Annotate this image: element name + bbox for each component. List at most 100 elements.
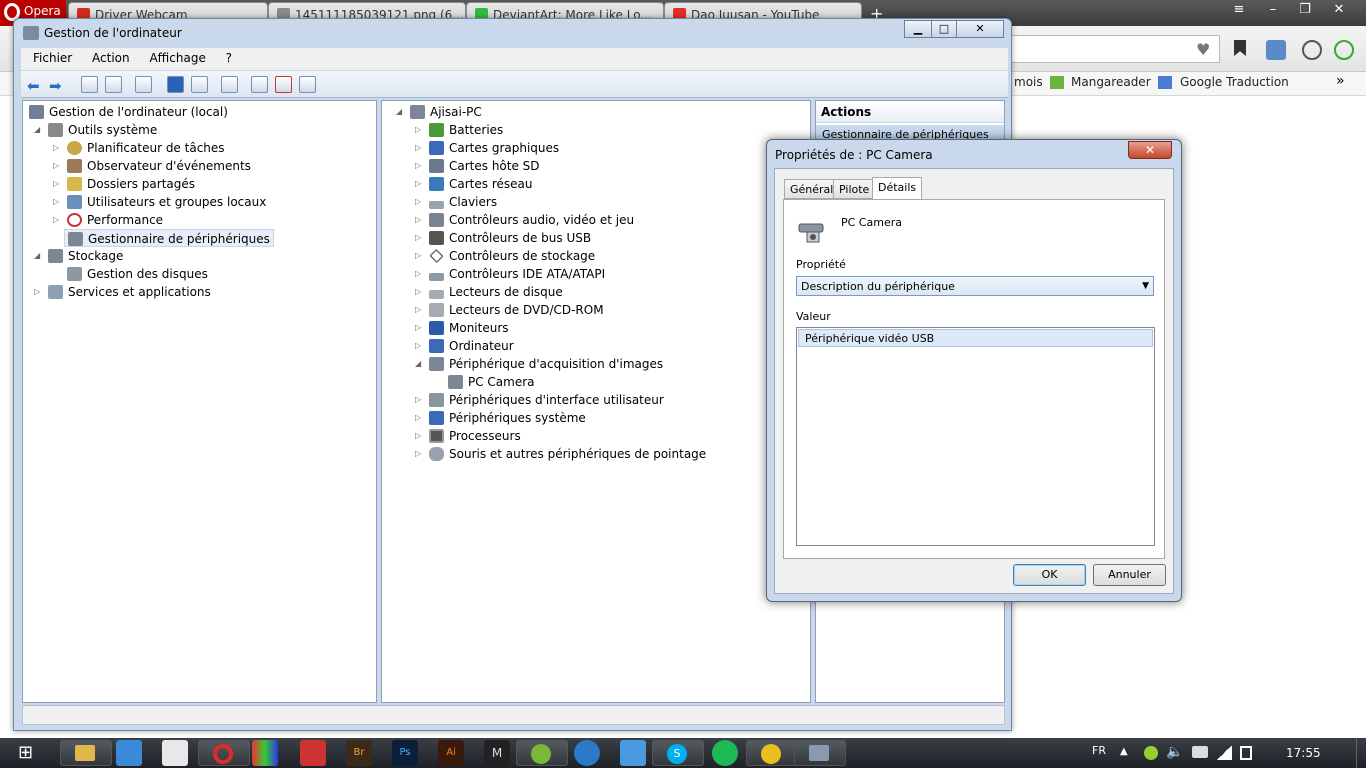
- taskbar-app-icon-4[interactable]: [574, 740, 600, 766]
- expand-icon[interactable]: ▷: [415, 391, 425, 409]
- expand-icon[interactable]: ▷: [53, 157, 63, 175]
- tree-planificateur[interactable]: ▷ Planificateur de tâches: [53, 139, 225, 157]
- show-tree-icon[interactable]: [105, 76, 122, 93]
- taskbar-opera[interactable]: [198, 740, 250, 766]
- device-moniteurs[interactable]: ▷ Moniteurs: [415, 319, 509, 337]
- menu-action[interactable]: Action: [92, 51, 130, 65]
- uninstall-device-icon[interactable]: [275, 76, 292, 93]
- device-hid[interactable]: ▷ Périphériques d'interface utilisateur: [415, 391, 664, 409]
- tree-utilisateurs[interactable]: ▷ Utilisateurs et groupes locaux: [53, 193, 266, 211]
- browser-close-icon[interactable]: ✕: [1324, 0, 1354, 20]
- volume-icon[interactable]: 🔈: [1166, 744, 1183, 760]
- minimize-button[interactable]: ▁: [904, 20, 932, 38]
- tab-menu-icon[interactable]: ≡: [1224, 0, 1254, 20]
- expand-icon[interactable]: ▷: [415, 427, 425, 445]
- device-processeurs[interactable]: ▷ Processeurs: [415, 427, 521, 445]
- collapse-icon[interactable]: ◢: [415, 355, 425, 373]
- device-cartes-graphiques[interactable]: ▷ Cartes graphiques: [415, 139, 559, 157]
- dialog-close-button[interactable]: ✕: [1128, 141, 1172, 159]
- tab-pilote[interactable]: Pilote: [833, 179, 876, 199]
- collapse-icon[interactable]: ◢: [396, 103, 406, 121]
- photoshop-icon[interactable]: Ps: [392, 740, 418, 766]
- download-icon[interactable]: [1302, 40, 1322, 60]
- network-signal-icon[interactable]: [1216, 746, 1232, 760]
- expand-icon[interactable]: ▷: [53, 175, 63, 193]
- browser-minimize-icon[interactable]: –: [1258, 0, 1288, 20]
- menu-affichage[interactable]: Affichage: [149, 51, 205, 65]
- device-root[interactable]: ◢ Ajisai-PC: [396, 103, 482, 121]
- expand-icon[interactable]: ▷: [415, 283, 425, 301]
- expand-icon[interactable]: ▷: [53, 211, 63, 229]
- device-lecteurs-disque[interactable]: ▷ Lecteurs de disque: [415, 283, 563, 301]
- taskbar-calculator-icon[interactable]: [162, 740, 188, 766]
- expand-icon[interactable]: ▷: [415, 445, 425, 463]
- taskbar-skype[interactable]: S: [652, 740, 704, 766]
- extension-icon[interactable]: [1266, 40, 1286, 60]
- expand-icon[interactable]: ▷: [34, 283, 44, 301]
- update-icon[interactable]: [1334, 40, 1354, 60]
- device-audio[interactable]: ▷ Contrôleurs audio, vidéo et jeu: [415, 211, 634, 229]
- bookmark-mangareader[interactable]: Mangareader: [1071, 75, 1151, 89]
- help-icon[interactable]: [167, 76, 184, 93]
- expand-icon[interactable]: ▷: [415, 337, 425, 355]
- show-desktop-button[interactable]: [1356, 738, 1366, 768]
- more-bookmarks-icon[interactable]: »: [1336, 73, 1345, 89]
- device-usb[interactable]: ▷ Contrôleurs de bus USB: [415, 229, 591, 247]
- start-icon[interactable]: ⊞: [18, 743, 38, 763]
- tree-root[interactable]: Gestion de l'ordinateur (local): [29, 103, 228, 121]
- tree-dossiers-partages[interactable]: ▷ Dossiers partagés: [53, 175, 195, 193]
- taskbar-app-6[interactable]: [746, 740, 798, 766]
- taskbar-app-icon-5[interactable]: [620, 740, 646, 766]
- expand-icon[interactable]: ▷: [53, 193, 63, 211]
- expand-icon[interactable]: ▷: [415, 265, 425, 283]
- show-action-pane-icon[interactable]: [191, 76, 208, 93]
- browser-restore-icon[interactable]: ❐: [1290, 0, 1320, 20]
- expand-icon[interactable]: ▷: [415, 409, 425, 427]
- scan-hardware-icon[interactable]: [221, 76, 238, 93]
- back-arrow-icon[interactable]: ⬅: [27, 77, 40, 95]
- bookmark-google-traduction[interactable]: Google Traduction: [1180, 75, 1289, 89]
- device-stockage[interactable]: ▷ Contrôleurs de stockage: [415, 247, 595, 265]
- device-claviers[interactable]: ▷ Claviers: [415, 193, 497, 211]
- address-bar[interactable]: [1010, 35, 1220, 63]
- expand-icon[interactable]: ▷: [415, 211, 425, 229]
- property-dropdown[interactable]: Description du périphérique ▼: [796, 276, 1154, 296]
- menu-fichier[interactable]: Fichier: [33, 51, 72, 65]
- expand-icon[interactable]: ▷: [415, 247, 425, 265]
- tray-app-icon-2[interactable]: [1192, 746, 1208, 758]
- menu-help[interactable]: ?: [226, 51, 232, 65]
- device-dvd[interactable]: ▷ Lecteurs de DVD/CD-ROM: [415, 301, 604, 319]
- device-ordinateur[interactable]: ▷ Ordinateur: [415, 337, 514, 355]
- tray-app-icon[interactable]: [1144, 746, 1158, 760]
- collapse-icon[interactable]: ◢: [34, 247, 44, 265]
- up-folder-icon[interactable]: [81, 76, 98, 93]
- close-button[interactable]: ✕: [956, 20, 1004, 38]
- heart-icon[interactable]: ♥: [1196, 40, 1210, 59]
- value-list-item[interactable]: Périphérique vidéo USB: [798, 329, 1153, 347]
- update-driver-icon[interactable]: [251, 76, 268, 93]
- bridge-icon[interactable]: Br: [346, 740, 372, 766]
- tree-stockage[interactable]: ◢ Stockage: [34, 247, 123, 265]
- tab-details[interactable]: Détails: [872, 177, 923, 200]
- expand-icon[interactable]: ▷: [415, 193, 425, 211]
- taskbar-explorer[interactable]: [60, 740, 112, 766]
- tree-services[interactable]: ▷ Services et applications: [34, 283, 211, 301]
- illustrator-icon[interactable]: Ai: [438, 740, 464, 766]
- expand-icon[interactable]: ▷: [415, 229, 425, 247]
- tree-observateur[interactable]: ▷ Observateur d'événements: [53, 157, 251, 175]
- tab-general[interactable]: Général: [784, 179, 840, 199]
- device-systeme[interactable]: ▷ Périphériques système: [415, 409, 586, 427]
- tree-performance[interactable]: ▷ Performance: [53, 211, 163, 229]
- forward-arrow-icon[interactable]: ➡: [49, 77, 62, 95]
- taskbar-app-icon-3[interactable]: [300, 740, 326, 766]
- expand-icon[interactable]: ▷: [415, 139, 425, 157]
- spotify-icon[interactable]: [712, 740, 738, 766]
- device-ide[interactable]: ▷ Contrôleurs IDE ATA/ATAPI: [415, 265, 605, 283]
- taskbar-app-icon[interactable]: [116, 740, 142, 766]
- expand-icon[interactable]: ▷: [415, 175, 425, 193]
- tray-expand-icon[interactable]: ▲: [1120, 746, 1128, 757]
- value-list[interactable]: Périphérique vidéo USB: [796, 327, 1155, 546]
- tree-outils-systeme[interactable]: ◢ Outils système: [34, 121, 157, 139]
- device-cartes-reseau[interactable]: ▷ Cartes réseau: [415, 175, 532, 193]
- tree-gestionnaire-selected[interactable]: Gestionnaire de périphériques: [64, 229, 274, 247]
